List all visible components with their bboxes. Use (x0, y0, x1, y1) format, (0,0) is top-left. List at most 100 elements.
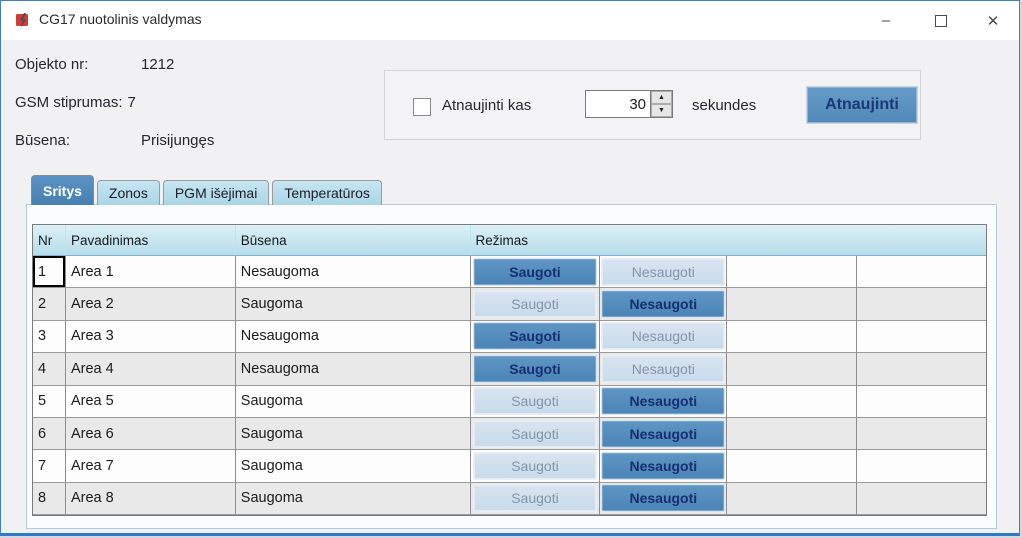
row-number-cell[interactable]: 7 (33, 450, 66, 483)
empty-cell[interactable] (857, 353, 986, 386)
table-row: 1 Area 1 Nesaugoma Saugoti Nesaugoti (33, 256, 986, 289)
area-state-cell[interactable]: Saugoma (235, 482, 471, 516)
status-label: Būsena: (15, 132, 71, 149)
empty-cell[interactable] (857, 321, 986, 354)
disarm-button-cell: Nesaugoti (600, 417, 728, 451)
arm-button[interactable]: Saugoti (472, 257, 597, 286)
area-name-cell[interactable]: Area 3 (65, 320, 236, 354)
header-rezimas[interactable]: Režimas (471, 225, 986, 255)
disarm-button[interactable]: Nesaugoti (601, 322, 726, 351)
disarm-button[interactable]: Nesaugoti (601, 387, 726, 416)
disarm-button[interactable]: Nesaugoti (601, 419, 726, 448)
area-name-cell[interactable]: Area 4 (65, 353, 236, 386)
tab-page-sritys: Nr Pavadinimas Būsena Režimas 1 Area 1 Nes… (26, 204, 997, 529)
row-number-cell[interactable]: 8 (33, 482, 66, 516)
row-number-cell[interactable]: 4 (33, 353, 66, 386)
row-number-cell[interactable]: 6 (33, 417, 66, 451)
row-number-cell[interactable]: 1 (33, 256, 66, 289)
minimize-button[interactable]: – (863, 1, 909, 40)
empty-cell[interactable] (727, 417, 858, 451)
arm-button[interactable]: Saugoti (472, 452, 597, 481)
area-name-cell[interactable]: Area 7 (65, 450, 236, 483)
table-row: 8 Area 8 Saugoma Saugoti Nesaugoti (33, 482, 986, 516)
gsm-strength-row: GSM stiprumas: 7 (15, 94, 214, 111)
maximize-icon (935, 14, 947, 27)
spinner-up-button[interactable]: ▲ (651, 91, 672, 104)
empty-cell[interactable] (857, 386, 986, 418)
refresh-interval-input[interactable] (585, 90, 651, 118)
arm-button-cell: Saugoti (470, 417, 601, 451)
arm-button[interactable]: Saugoti (472, 419, 597, 448)
disarm-button[interactable]: Nesaugoti (601, 257, 726, 286)
header-pavadinimas[interactable]: Pavadinimas (66, 225, 236, 255)
object-number-row: Objekto nr: 1212 (15, 56, 214, 73)
arm-button[interactable]: Saugoti (472, 290, 597, 319)
arm-button-cell: Saugoti (470, 288, 601, 321)
area-state-cell[interactable]: Nesaugoma (235, 256, 471, 289)
refresh-now-button[interactable]: Atnaujinti (806, 86, 918, 124)
tab-zonos[interactable]: Zonos (96, 180, 160, 205)
empty-cell[interactable] (727, 450, 858, 483)
window-title: CG17 nuotolinis valdymas (39, 11, 202, 27)
empty-cell[interactable] (727, 288, 858, 321)
disarm-button-cell: Nesaugoti (600, 320, 728, 354)
area-state-cell[interactable]: Saugoma (235, 450, 471, 483)
auto-refresh-groupbox: Atnaujinti kas ▲ ▼ sekundes Atnaujinti (384, 70, 921, 140)
empty-cell[interactable] (857, 288, 986, 321)
disarm-button[interactable]: Nesaugoti (601, 354, 726, 383)
disarm-button[interactable]: Nesaugoti (601, 452, 726, 481)
spinner-down-button[interactable]: ▼ (651, 104, 672, 117)
row-number-cell[interactable]: 2 (33, 288, 66, 321)
table-row: 5 Area 5 Saugoma Saugoti Nesaugoti (33, 385, 986, 418)
area-state-cell[interactable]: Nesaugoma (235, 353, 471, 386)
arm-button-cell: Saugoti (470, 320, 601, 354)
area-name-cell[interactable]: Area 6 (65, 417, 236, 451)
area-state-cell[interactable]: Saugoma (235, 288, 471, 321)
tab-sritys[interactable]: Sritys (31, 175, 94, 205)
arm-button[interactable]: Saugoti (472, 484, 597, 513)
disarm-button-cell: Nesaugoti (600, 482, 728, 516)
row-number-cell[interactable]: 5 (33, 385, 66, 418)
table-row: 2 Area 2 Saugoma Saugoti Nesaugoti (33, 288, 986, 321)
area-state-cell[interactable]: Saugoma (235, 417, 471, 451)
tab-temperaturos[interactable]: Temperatūros (272, 180, 382, 205)
auto-refresh-label: Atnaujinti kas (442, 97, 532, 114)
empty-cell[interactable] (857, 450, 986, 483)
header-nr[interactable]: Nr (33, 225, 66, 255)
empty-cell[interactable] (727, 385, 858, 418)
disarm-button[interactable]: Nesaugoti (601, 484, 726, 513)
object-number-label: Objekto nr: (15, 56, 89, 73)
arm-button-cell: Saugoti (470, 385, 601, 418)
disarm-button[interactable]: Nesaugoti (601, 290, 726, 319)
row-number-cell[interactable]: 3 (33, 320, 66, 354)
area-name-cell[interactable]: Area 1 (65, 256, 236, 289)
arm-button[interactable]: Saugoti (472, 322, 597, 351)
empty-cell[interactable] (727, 256, 858, 289)
disarm-button-cell: Nesaugoti (600, 385, 728, 418)
tab-strip: Sritys Zonos PGM išėjimai Temperatūros (31, 175, 385, 205)
table-row: 7 Area 7 Saugoma Saugoti Nesaugoti (33, 450, 986, 483)
object-number-value: 1212 (141, 56, 175, 73)
tab-pgm-isejimai[interactable]: PGM išėjimai (162, 180, 270, 205)
status-row: Būsena: Prisijungęs (15, 132, 214, 149)
header-busena[interactable]: Būsena (236, 225, 471, 255)
arm-button[interactable]: Saugoti (472, 354, 597, 383)
area-name-cell[interactable]: Area 2 (65, 288, 236, 321)
maximize-button[interactable] (918, 1, 964, 40)
area-state-cell[interactable]: Saugoma (235, 385, 471, 418)
close-button[interactable]: ✕ (970, 1, 1016, 40)
auto-refresh-checkbox[interactable] (413, 98, 431, 116)
disarm-button-cell: Nesaugoti (600, 288, 728, 321)
table-row: 6 Area 6 Saugoma Saugoti Nesaugoti (33, 417, 986, 451)
arm-button[interactable]: Saugoti (472, 387, 597, 416)
empty-cell[interactable] (727, 353, 858, 386)
empty-cell[interactable] (727, 320, 858, 354)
table-row: 3 Area 3 Nesaugoma Saugoti Nesaugoti (33, 320, 986, 354)
area-state-cell[interactable]: Nesaugoma (235, 320, 471, 354)
empty-cell[interactable] (727, 482, 858, 516)
empty-cell[interactable] (857, 418, 986, 451)
empty-cell[interactable] (857, 256, 986, 289)
area-name-cell[interactable]: Area 5 (65, 385, 236, 418)
area-name-cell[interactable]: Area 8 (65, 482, 236, 516)
empty-cell[interactable] (857, 483, 986, 516)
